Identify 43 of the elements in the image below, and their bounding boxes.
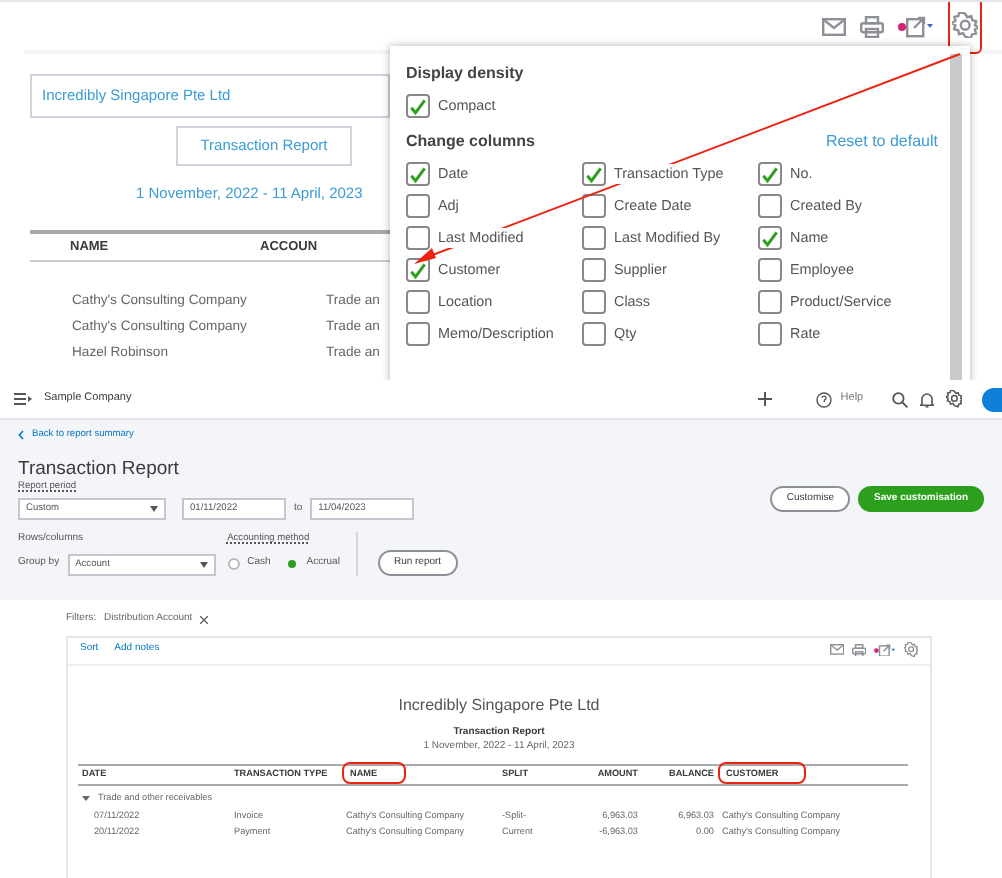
checkbox[interactable] bbox=[758, 194, 782, 218]
settings-icon[interactable] bbox=[903, 642, 918, 658]
bell-icon[interactable] bbox=[919, 391, 934, 407]
printer-icon[interactable] bbox=[859, 15, 884, 37]
chevron-left-icon bbox=[18, 430, 24, 441]
checkbox[interactable] bbox=[406, 94, 430, 118]
checkbox[interactable] bbox=[758, 258, 782, 282]
export-icon[interactable] bbox=[897, 15, 934, 37]
report-company-name: Incredibly Singapore Pte Ltd bbox=[396, 693, 602, 717]
caret-down-icon bbox=[199, 561, 208, 568]
printer-icon[interactable] bbox=[851, 643, 867, 657]
checkbox[interactable] bbox=[582, 258, 606, 282]
caret-down-icon bbox=[150, 506, 158, 513]
checkbox[interactable] bbox=[582, 290, 606, 314]
checkbox[interactable] bbox=[582, 194, 606, 218]
page-title: Transaction Report bbox=[18, 457, 181, 480]
menu-icon[interactable] bbox=[14, 392, 32, 406]
checkbox[interactable] bbox=[582, 226, 606, 250]
checkbox[interactable] bbox=[406, 226, 430, 250]
help-icon bbox=[816, 391, 833, 407]
caret-down-icon bbox=[82, 794, 90, 803]
plus-icon[interactable] bbox=[758, 392, 773, 406]
checkbox[interactable] bbox=[758, 322, 782, 346]
mail-icon[interactable] bbox=[821, 17, 846, 35]
section-title: Display density bbox=[406, 62, 524, 86]
checkbox[interactable] bbox=[406, 162, 430, 186]
checkbox[interactable] bbox=[758, 162, 782, 186]
checkbox[interactable] bbox=[582, 162, 606, 186]
search-icon[interactable] bbox=[891, 391, 908, 407]
export-icon[interactable] bbox=[874, 643, 896, 657]
settings-icon[interactable] bbox=[951, 12, 978, 39]
checkbox[interactable] bbox=[758, 226, 782, 250]
checkbox[interactable] bbox=[758, 290, 782, 314]
scrollbar[interactable] bbox=[950, 54, 962, 380]
checkbox[interactable] bbox=[582, 322, 606, 346]
checkbox[interactable] bbox=[406, 290, 430, 314]
close-icon[interactable] bbox=[200, 615, 209, 624]
section-title: Change columns bbox=[406, 130, 535, 154]
checkbox[interactable] bbox=[406, 194, 430, 218]
settings-icon[interactable] bbox=[945, 390, 962, 408]
checkbox[interactable] bbox=[406, 258, 430, 282]
mail-icon[interactable] bbox=[829, 644, 844, 656]
checkbox[interactable] bbox=[406, 322, 430, 346]
